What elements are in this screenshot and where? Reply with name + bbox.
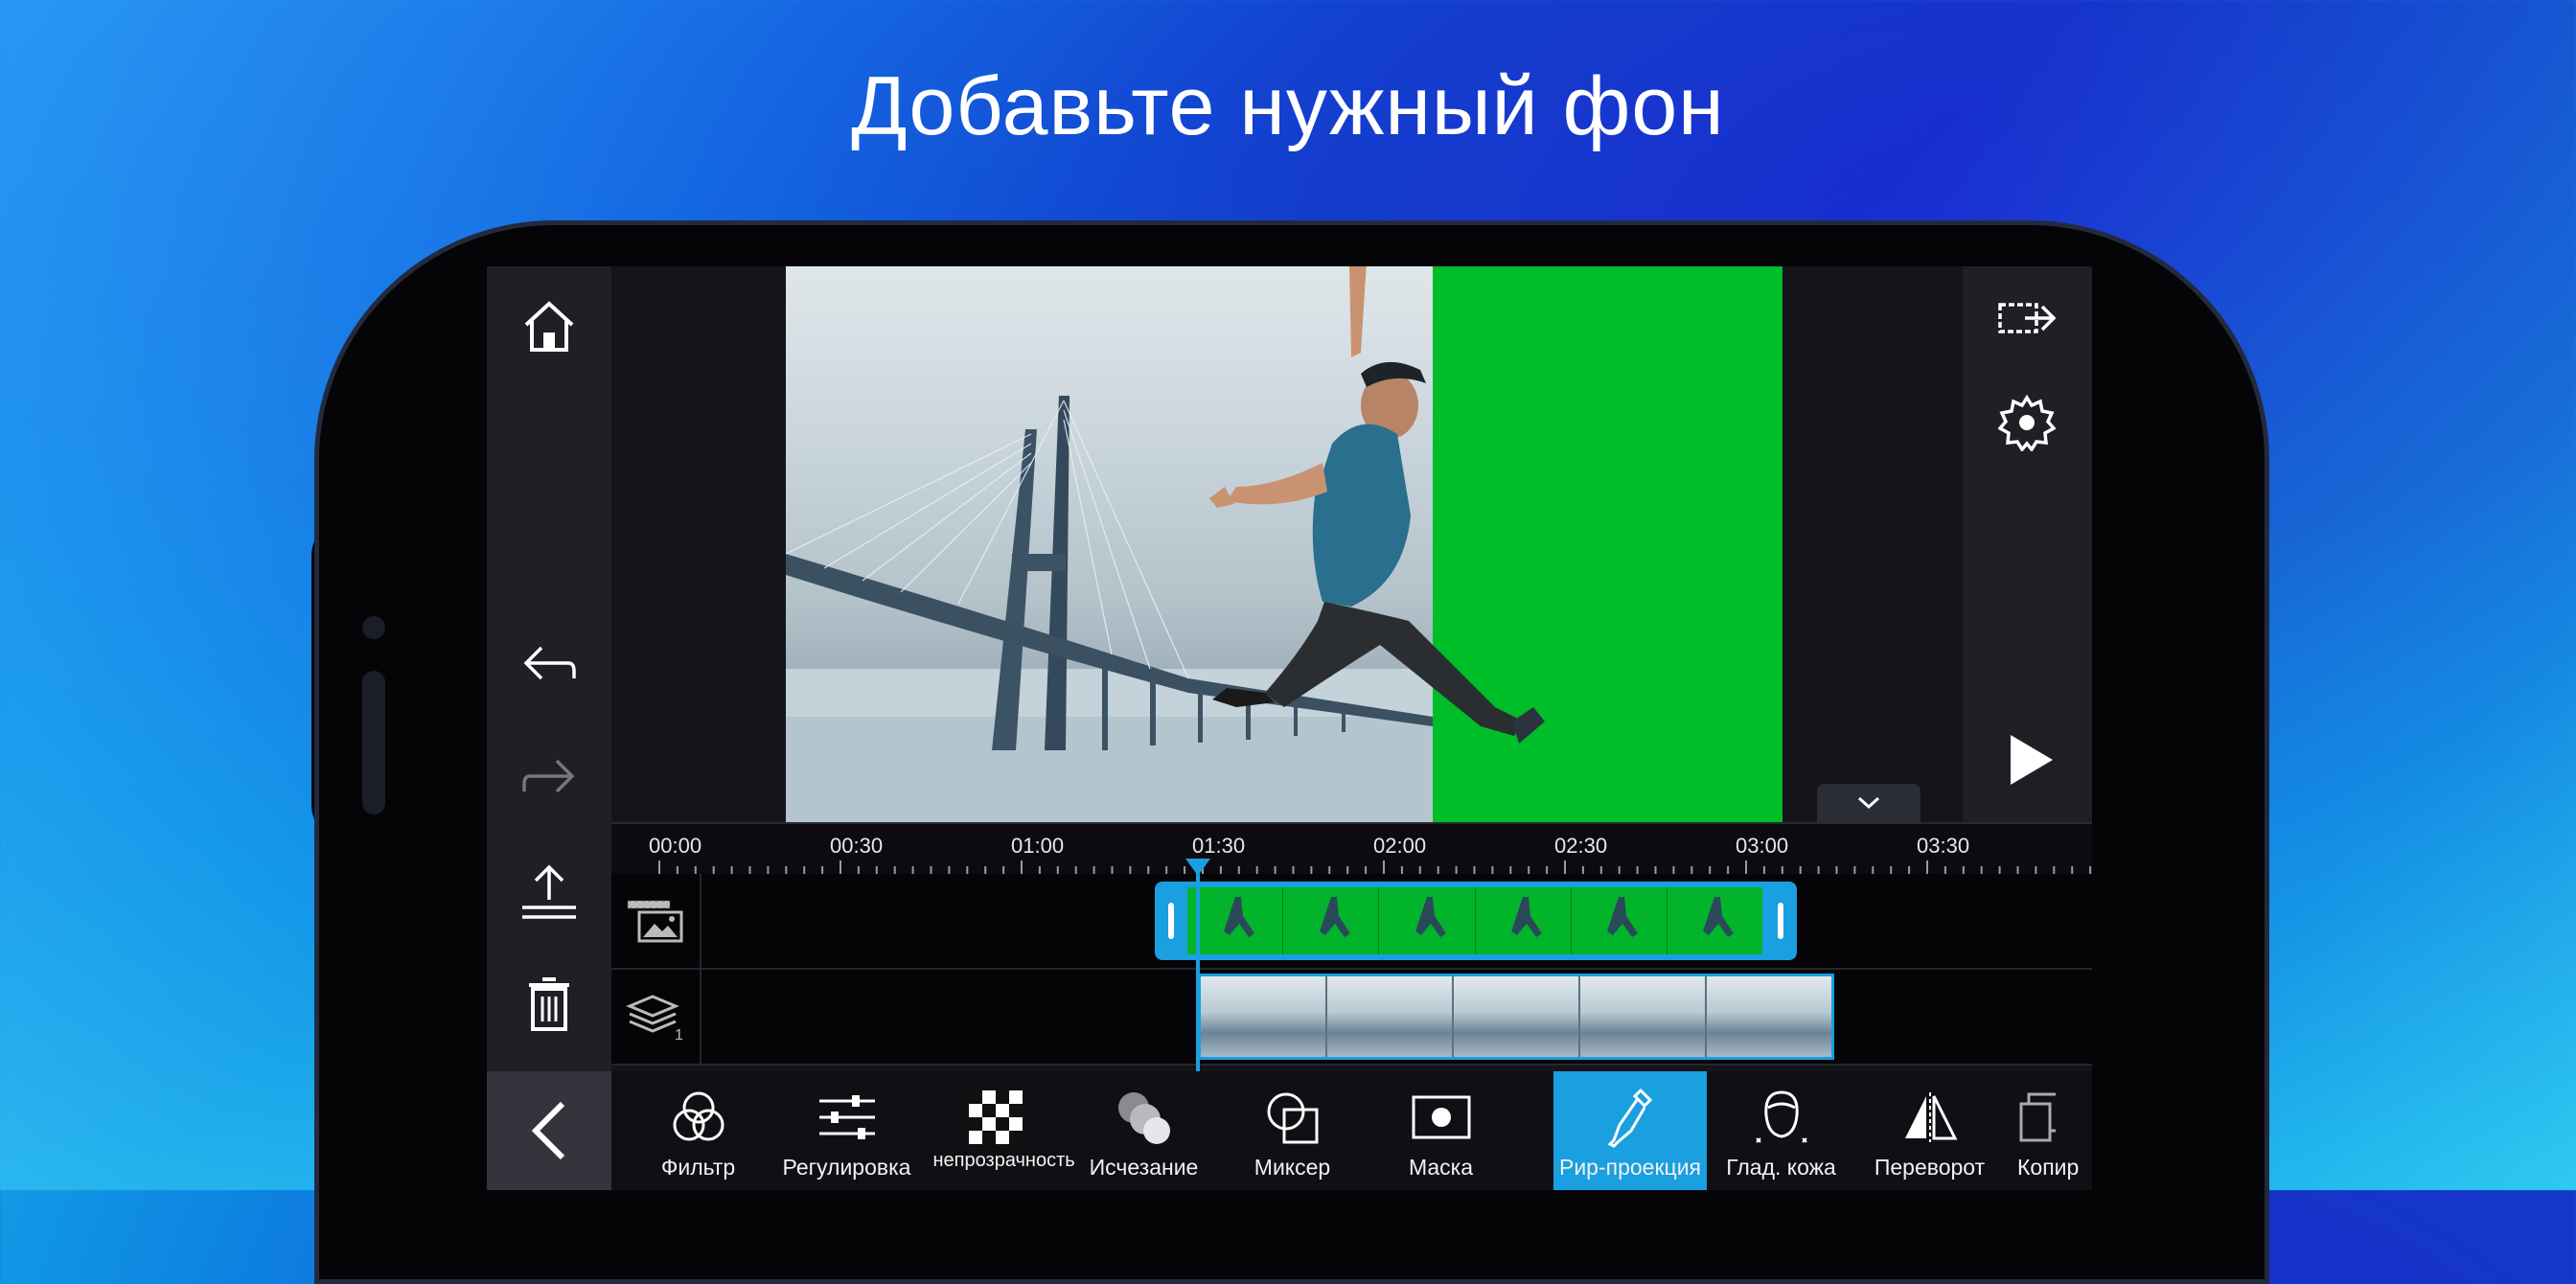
tool-label: Миксер — [1254, 1155, 1331, 1180]
tool-filter[interactable]: Фильтр — [624, 1071, 772, 1190]
tick-label: 01:30 — [1192, 834, 1246, 858]
tool-opacity[interactable]: непрозрачность — [921, 1071, 1075, 1190]
tool-label: Рир-проекция — [1558, 1155, 1701, 1180]
tick-label: 03:30 — [1917, 834, 1970, 858]
tool-label: Маска — [1408, 1155, 1474, 1180]
right-sidebar — [1963, 266, 2092, 822]
mask-icon — [1410, 1089, 1473, 1146]
redo-icon[interactable] — [516, 744, 583, 811]
tool-blend[interactable]: Миксер — [1218, 1071, 1367, 1190]
tool-adjust[interactable]: Регулировка — [772, 1071, 921, 1190]
selected-green-screen-clip[interactable] — [1155, 882, 1797, 960]
bottom-toolbar: Фильтр Регулировка непрозрачность Исчеза… — [487, 1071, 2092, 1190]
video-track[interactable] — [611, 874, 2092, 970]
tool-label: Переворот — [1874, 1155, 1986, 1180]
bridge-background-clip[interactable] — [1198, 974, 1834, 1060]
layer-count: 1 — [675, 1027, 683, 1043]
tool-chroma-key[interactable]: Рир-проекция — [1553, 1071, 1707, 1190]
chroma-key-icon — [1598, 1088, 1662, 1148]
video-preview[interactable] — [785, 266, 1782, 822]
jumping-man-figure — [1209, 266, 1545, 744]
tick-label: 02:00 — [1373, 834, 1427, 858]
opacity-icon — [964, 1089, 1027, 1146]
home-icon[interactable] — [516, 293, 583, 360]
tick-label: 01:00 — [1011, 834, 1065, 858]
skin-smooth-icon — [1750, 1089, 1813, 1146]
tool-label: Исчезание — [1089, 1155, 1199, 1180]
settings-icon[interactable] — [1993, 389, 2060, 456]
flip-icon — [1898, 1089, 1962, 1146]
app-screen: 00:00 00:30 01:00 01:30 02:00 02:30 03:0… — [487, 266, 2092, 1190]
adjust-icon — [816, 1089, 879, 1146]
playhead-line[interactable] — [1196, 862, 1200, 1075]
clip-trim-handle-right[interactable] — [1778, 903, 1783, 939]
tick-label: 02:30 — [1554, 834, 1608, 858]
tool-label: Регулировка — [782, 1155, 911, 1180]
tool-copy[interactable]: Копир — [2004, 1071, 2092, 1190]
layers-icon: 1 — [611, 970, 702, 1064]
tool-label: непрозрачность — [932, 1150, 1075, 1171]
collapse-preview-button[interactable] — [1817, 784, 1920, 822]
overlay-track[interactable]: 1 — [611, 970, 2092, 1066]
fade-icon — [1113, 1089, 1176, 1146]
headline: Добавьте нужный фон — [851, 60, 1725, 152]
clip-trim-handle-left[interactable] — [1168, 903, 1174, 939]
blend-icon — [1261, 1089, 1324, 1146]
filter-icon — [667, 1089, 730, 1146]
undo-icon[interactable] — [516, 631, 583, 698]
tick-label: 00:00 — [649, 834, 702, 858]
left-sidebar — [487, 266, 611, 1071]
phone-camera — [362, 616, 385, 639]
media-track-icon — [611, 874, 702, 968]
phone-speaker — [362, 671, 385, 814]
trash-icon[interactable] — [516, 971, 583, 1038]
tool-label: Копир — [2017, 1155, 2080, 1180]
chevron-left-icon — [531, 1101, 565, 1160]
back-button[interactable] — [487, 1071, 611, 1190]
tick-label: 00:30 — [830, 834, 884, 858]
play-icon[interactable] — [1996, 726, 2063, 793]
tool-mask[interactable]: Маска — [1367, 1071, 1515, 1190]
upload-icon[interactable] — [516, 859, 583, 926]
clip-figure-thumbnails — [1224, 897, 1734, 937]
tool-label: Глад. кожа — [1726, 1155, 1836, 1180]
copy-icon — [2017, 1089, 2056, 1146]
tool-label: Фильтр — [660, 1155, 736, 1180]
tick-label: 03:00 — [1736, 834, 1789, 858]
timeline-ruler[interactable]: 00:00 00:30 01:00 01:30 02:00 02:30 03:0… — [611, 822, 2092, 874]
export-icon[interactable] — [1993, 286, 2060, 353]
tool-skin-smooth[interactable]: Глад. кожа — [1707, 1071, 1855, 1190]
tool-fade[interactable]: Исчезание — [1070, 1071, 1218, 1190]
tool-flip[interactable]: Переворот — [1855, 1071, 2004, 1190]
